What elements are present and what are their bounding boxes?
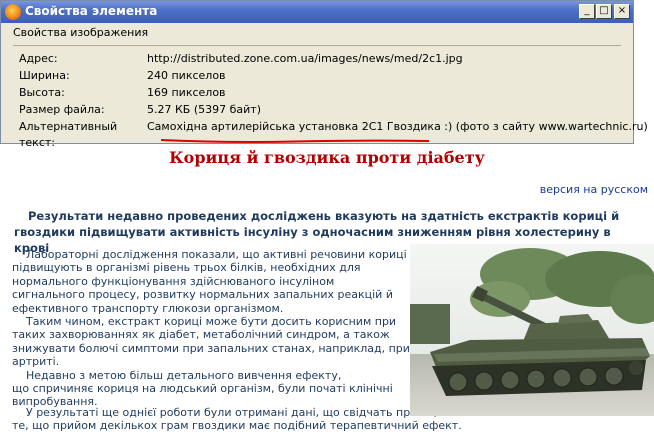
howitzer-photo bbox=[410, 244, 654, 416]
dialog-menubar: Свойства изображения bbox=[1, 23, 633, 43]
alt-text-source: (фото з сайту www.wartechnic.ru) bbox=[452, 120, 648, 133]
paragraph: те, що прийом декількох грам гвоздики ма… bbox=[12, 419, 462, 433]
field-label: Размер файла: bbox=[19, 103, 105, 116]
field-label: Адрес: bbox=[19, 52, 58, 65]
maximize-button[interactable]: □ bbox=[596, 4, 612, 19]
russian-version-link[interactable]: версия на русском bbox=[540, 183, 648, 196]
close-button[interactable]: × bbox=[614, 4, 630, 19]
article-body: Лабораторні дослідження показали, що акт… bbox=[12, 248, 410, 409]
element-properties-dialog: Свойства элемента _ □ × Свойства изображ… bbox=[0, 0, 648, 149]
dialog-title: Свойства элемента bbox=[25, 4, 158, 18]
paragraph: Лабораторні дослідження показали, що акт… bbox=[12, 248, 407, 315]
paragraph: що спричиняє кориця на людський організм… bbox=[12, 382, 393, 409]
red-underline-annotation bbox=[160, 139, 430, 143]
field-value[interactable]: http://distributed.zone.com.ua/images/ne… bbox=[147, 51, 463, 67]
minimize-button[interactable]: _ bbox=[579, 4, 595, 19]
field-value: Самохідна артилерійська установка 2С1 Гв… bbox=[147, 119, 648, 135]
field-label: Ширина: bbox=[19, 69, 70, 82]
paragraph: Недавно з метою більш детального вивченн… bbox=[26, 368, 342, 382]
field-label: Высота: bbox=[19, 86, 65, 99]
field-label: Альтернативный текст: bbox=[19, 120, 118, 149]
field-value: 5.27 КБ (5397 байт) bbox=[147, 103, 261, 116]
dialog-titlebar[interactable]: Свойства элемента _ □ × bbox=[1, 1, 633, 23]
firefox-icon bbox=[5, 4, 21, 20]
alt-text-main: Самохідна артилерійська установка 2С1 Гв… bbox=[147, 120, 453, 133]
tab-image-properties[interactable]: Свойства изображения bbox=[13, 26, 148, 39]
paragraph: Таким чином, екстракт кориці може бути д… bbox=[12, 315, 410, 369]
field-value: 240 пикселов bbox=[147, 69, 226, 82]
page-title: Кориця й гвоздика проти діабету bbox=[169, 148, 485, 167]
field-value: 169 пикселов bbox=[147, 86, 226, 99]
